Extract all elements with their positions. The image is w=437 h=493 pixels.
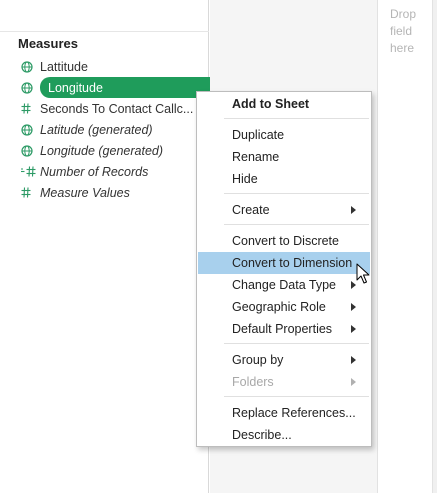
hash-icon bbox=[18, 103, 40, 114]
menu-item-group-by[interactable]: Group by bbox=[198, 349, 370, 371]
field-label: Longitude bbox=[48, 80, 103, 95]
drop-hint-line: field bbox=[390, 24, 413, 38]
menu-separator bbox=[224, 224, 369, 225]
field-item-longitude[interactable]: Longitude bbox=[18, 77, 226, 98]
hash-icon bbox=[18, 187, 40, 198]
submenu-arrow-icon bbox=[351, 325, 356, 333]
menu-item-create[interactable]: Create bbox=[198, 199, 370, 221]
drop-hint-line: here bbox=[390, 41, 415, 55]
menu-separator bbox=[224, 396, 369, 397]
menu-item-describe[interactable]: Describe... bbox=[198, 424, 370, 446]
mouse-pointer-icon bbox=[356, 263, 370, 284]
field-item-latitude-generated[interactable]: Latitude (generated) bbox=[18, 119, 208, 140]
menu-item-add-to-sheet[interactable]: Add to Sheet bbox=[198, 93, 370, 115]
calculated-hash-icon bbox=[18, 166, 40, 177]
menu-item-rename[interactable]: Rename bbox=[198, 146, 370, 168]
context-menu: Add to Sheet Duplicate Rename Hide Creat… bbox=[196, 91, 372, 447]
globe-icon bbox=[18, 60, 40, 73]
field-label: Number of Records bbox=[40, 164, 149, 179]
submenu-arrow-icon bbox=[351, 378, 356, 386]
field-item-seconds-to-contact[interactable]: Seconds To Contact Callc... bbox=[18, 98, 208, 119]
field-item-longitude-generated[interactable]: Longitude (generated) bbox=[18, 140, 208, 161]
submenu-arrow-icon bbox=[351, 206, 356, 214]
menu-item-convert-to-dimension[interactable]: Convert to Dimension bbox=[198, 252, 370, 274]
measures-section-title: Measures bbox=[18, 36, 78, 51]
menu-item-convert-to-discrete[interactable]: Convert to Discrete bbox=[198, 230, 370, 252]
menu-separator bbox=[224, 193, 369, 194]
menu-item-geographic-role[interactable]: Geographic Role bbox=[198, 296, 370, 318]
globe-icon bbox=[18, 81, 40, 94]
field-label: Seconds To Contact Callc... bbox=[40, 101, 194, 116]
field-label: Latitude (generated) bbox=[40, 122, 153, 137]
field-label: Measure Values bbox=[40, 185, 130, 200]
menu-separator bbox=[224, 118, 369, 119]
field-item-measure-values[interactable]: Measure Values bbox=[18, 182, 208, 203]
menu-item-duplicate[interactable]: Duplicate bbox=[198, 124, 370, 146]
pane-divider bbox=[0, 31, 209, 32]
scrollbar-track[interactable] bbox=[432, 0, 437, 493]
field-item-lattitude[interactable]: Lattitude bbox=[18, 56, 208, 77]
drop-zone[interactable] bbox=[377, 0, 432, 493]
field-item-number-of-records[interactable]: Number of Records bbox=[18, 161, 208, 182]
data-pane: Measures Lattitude Longitude Seconds To … bbox=[0, 0, 226, 493]
submenu-arrow-icon bbox=[351, 303, 356, 311]
drop-hint-line: Drop bbox=[390, 7, 417, 21]
submenu-arrow-icon bbox=[351, 356, 356, 364]
globe-icon bbox=[18, 123, 40, 136]
menu-item-replace-references[interactable]: Replace References... bbox=[198, 402, 370, 424]
drop-field-hint: Drop field here bbox=[390, 6, 430, 57]
menu-item-folders: Folders bbox=[198, 371, 370, 393]
menu-item-change-data-type[interactable]: Change Data Type bbox=[198, 274, 370, 296]
menu-item-hide[interactable]: Hide bbox=[198, 168, 370, 190]
field-label: Lattitude bbox=[40, 59, 88, 74]
field-label: Longitude (generated) bbox=[40, 143, 164, 158]
globe-icon bbox=[18, 144, 40, 157]
menu-item-default-properties[interactable]: Default Properties bbox=[198, 318, 370, 340]
menu-separator bbox=[224, 343, 369, 344]
